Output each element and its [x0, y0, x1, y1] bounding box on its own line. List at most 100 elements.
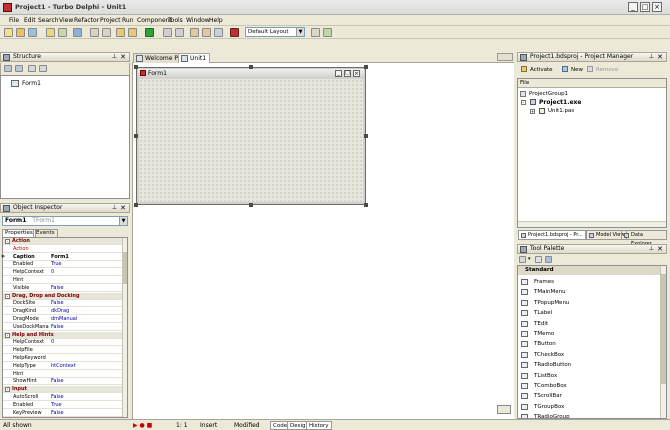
property-value[interactable]: dkDrag [51, 308, 69, 315]
property-row[interactable]: Hint [3, 371, 125, 378]
pin-icon[interactable]: ⊥ [649, 53, 654, 61]
tree-project1-exe[interactable]: Project1.exe [539, 99, 582, 106]
property-row[interactable]: Action [3, 246, 125, 253]
palette-item[interactable]: TEdit [518, 319, 658, 329]
property-value[interactable]: 0 [51, 269, 54, 276]
property-row[interactable]: HelpContext 0 [3, 339, 125, 347]
palette-item[interactable]: TCheckBox [518, 350, 658, 360]
step-over-icon[interactable] [202, 28, 211, 37]
menu-component[interactable]: Component [137, 17, 172, 24]
new-item-icon[interactable] [562, 66, 568, 72]
cursor-icon[interactable] [535, 256, 542, 263]
property-category[interactable]: - Drag, Drop and Docking [3, 292, 125, 300]
menu-refactor[interactable]: Refactor [74, 17, 99, 24]
tab-events[interactable]: Events [33, 229, 58, 237]
property-category[interactable]: - Input [3, 386, 125, 394]
palette-item[interactable]: TRadioButton [518, 360, 658, 370]
tree-project-group[interactable]: ProjectGroup1 [529, 91, 568, 97]
remove-file-icon[interactable] [128, 28, 137, 37]
property-value[interactable]: False [51, 324, 64, 331]
expand-all-icon[interactable] [4, 65, 12, 72]
palette-scrollbar[interactable] [660, 266, 666, 418]
categories-icon[interactable] [519, 256, 526, 263]
save-layout-icon[interactable] [311, 28, 320, 37]
palette-item[interactable]: TComboBox [518, 381, 658, 391]
form1-window[interactable]: Form1 _ □ × [136, 67, 366, 205]
property-row[interactable]: UseDockManageFalse [3, 324, 125, 331]
property-row[interactable]: AutoScroll False [3, 394, 125, 401]
property-category[interactable]: - Help and Hints [3, 331, 125, 339]
palette-item[interactable]: Frames [518, 277, 658, 287]
save-icon[interactable] [28, 28, 37, 37]
collapse-icon[interactable]: - [5, 239, 10, 244]
property-row[interactable]: Enabled True [3, 402, 125, 409]
palette-item[interactable]: TLabel [518, 308, 658, 318]
close-icon[interactable]: ✕ [120, 53, 126, 61]
collapse-all-icon[interactable] [15, 65, 23, 72]
palette-item[interactable]: TRadioGroup [518, 412, 658, 418]
property-category[interactable]: - Action [3, 238, 125, 245]
property-row[interactable]: Enabled True [3, 261, 125, 269]
tab-data-explorer[interactable]: Data Explorer [621, 230, 667, 247]
minimize-button[interactable]: _ [628, 2, 638, 12]
program-reset-icon[interactable] [175, 28, 184, 37]
collapse-icon[interactable]: - [521, 100, 526, 105]
property-value[interactable]: False [51, 378, 64, 385]
save-all-icon[interactable] [73, 28, 82, 37]
move-down-icon[interactable] [39, 65, 47, 72]
property-value[interactable]: dmManual [51, 316, 77, 323]
property-value[interactable]: Form1 [51, 254, 69, 261]
reopen-icon[interactable] [58, 28, 67, 37]
form-toggle-icon[interactable] [497, 405, 511, 414]
property-row[interactable]: Visible False [3, 285, 125, 292]
collapse-icon[interactable]: - [5, 387, 10, 393]
collapse-icon[interactable]: - [5, 332, 10, 338]
horizontal-scrollbar[interactable] [518, 221, 666, 227]
palette-item[interactable]: TButton [518, 339, 658, 349]
property-row[interactable]: HelpContext 0 [3, 269, 125, 277]
palette-item[interactable]: TListBox [518, 371, 658, 381]
menu-view[interactable]: View [59, 17, 73, 24]
property-row[interactable]: HelpFile [3, 347, 125, 355]
move-up-icon[interactable] [28, 65, 36, 72]
activate-button[interactable]: Activate [530, 67, 553, 73]
property-scrollbar[interactable] [122, 238, 127, 417]
property-value[interactable]: False [51, 394, 64, 401]
palette-item[interactable]: TMainMenu [518, 287, 658, 297]
close-icon[interactable]: ✕ [657, 245, 663, 253]
property-value[interactable]: False [51, 300, 64, 307]
menu-project[interactable]: Project [100, 17, 121, 24]
property-value[interactable]: True [51, 261, 62, 268]
pin-icon[interactable]: ⊥ [112, 53, 117, 61]
property-value[interactable]: False [51, 285, 64, 292]
property-row[interactable]: ShowHint False [3, 378, 125, 386]
tab-history[interactable]: History [306, 421, 332, 430]
tab-unit1[interactable]: Unit1 [178, 53, 211, 63]
tab-properties[interactable]: Properties [2, 229, 36, 237]
menu-edit[interactable]: Edit [24, 17, 36, 24]
form1-client-grid[interactable] [139, 79, 363, 202]
new-icon[interactable] [4, 28, 13, 37]
chevron-down-icon[interactable]: ▼ [296, 28, 304, 36]
open-icon[interactable] [16, 28, 25, 37]
menu-search[interactable]: Search [38, 17, 59, 24]
macro-record-icon[interactable]: ▶ ● ■ [133, 422, 152, 429]
close-icon[interactable]: ✕ [120, 204, 126, 212]
filter-icon[interactable] [545, 256, 552, 263]
tree-item-form1[interactable]: Form1 [22, 80, 41, 87]
open-project-icon[interactable] [46, 28, 55, 37]
menu-tools[interactable]: Tools [168, 17, 183, 24]
resize-handle-n[interactable] [249, 65, 253, 69]
activate-icon[interactable] [521, 66, 527, 72]
property-row[interactable]: HelpKeyword [3, 355, 125, 362]
pin-icon[interactable]: ⊥ [649, 245, 654, 253]
menu-file[interactable]: File [9, 17, 19, 24]
property-value[interactable]: 0 [51, 339, 54, 346]
remove-icon[interactable] [587, 66, 593, 72]
chevron-down-icon[interactable]: ▼ [119, 217, 127, 225]
property-value[interactable]: False [51, 410, 64, 417]
run-icon[interactable] [145, 28, 154, 37]
resize-handle-e[interactable] [364, 134, 368, 138]
menu-help[interactable]: Help [209, 17, 223, 24]
remove-button[interactable]: Remove [596, 67, 618, 73]
